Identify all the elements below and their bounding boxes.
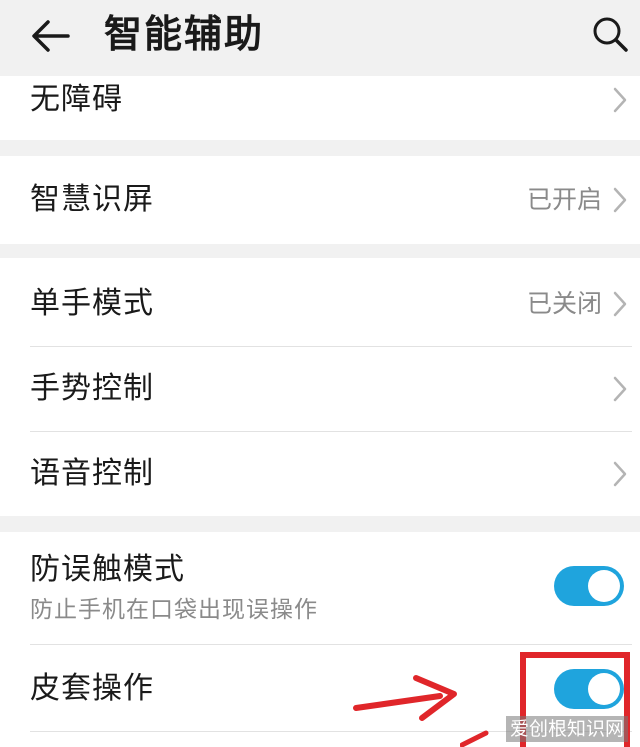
app-bar: 智能辅助 xyxy=(0,0,640,76)
list-item-label: 防误触模式 xyxy=(30,552,185,587)
list-item-label: 皮套操作 xyxy=(30,671,154,706)
watermark: 爱创根知识网 xyxy=(506,716,629,742)
list-item-smart-screen-recognition[interactable]: 智慧识屏 已开启 xyxy=(0,156,640,244)
chevron-right-icon xyxy=(613,291,627,317)
list-item-voice-control[interactable]: 语音控制 xyxy=(0,432,640,516)
list-item-label: 语音控制 xyxy=(30,456,154,491)
chevron-right-icon xyxy=(613,187,627,213)
settings-group-controls: 单手模式 已关闭 手势控制 语音控制 xyxy=(0,258,640,516)
settings-group-accessibility: 无障碍 xyxy=(0,76,640,140)
chevron-right-icon xyxy=(613,87,627,113)
search-icon xyxy=(593,17,628,52)
list-item-label: 智慧识屏 xyxy=(30,182,154,217)
list-item-accidental-touch-mode: 防误触模式 防止手机在口袋出现误操作 xyxy=(0,532,640,644)
status-value: 已关闭 xyxy=(526,289,602,318)
list-item-label: 无障碍 xyxy=(30,82,123,117)
accidental-touch-toggle[interactable] xyxy=(554,566,624,606)
list-item-subtitle: 防止手机在口袋出现误操作 xyxy=(30,597,318,623)
chevron-right-icon xyxy=(613,376,627,402)
list-item-accessibility[interactable]: 无障碍 xyxy=(0,76,640,140)
toggle-knob xyxy=(588,570,620,602)
chevron-right-icon xyxy=(613,461,627,487)
back-button[interactable] xyxy=(28,12,76,60)
list-item-one-handed-mode[interactable]: 单手模式 已关闭 xyxy=(0,258,640,346)
search-button[interactable] xyxy=(588,12,632,56)
page-title: 智能辅助 xyxy=(104,12,265,56)
settings-group-smart-screen: 智慧识屏 已开启 xyxy=(0,156,640,244)
list-item-label: 手势控制 xyxy=(30,371,154,406)
arrow-left-icon xyxy=(32,20,70,52)
status-value: 已开启 xyxy=(526,185,602,214)
annotation-arrow-tail-icon xyxy=(460,730,489,747)
list-item-label: 单手模式 xyxy=(30,286,154,321)
list-item-gesture-control[interactable]: 手势控制 xyxy=(0,347,640,431)
annotation-arrow-icon xyxy=(353,675,457,721)
